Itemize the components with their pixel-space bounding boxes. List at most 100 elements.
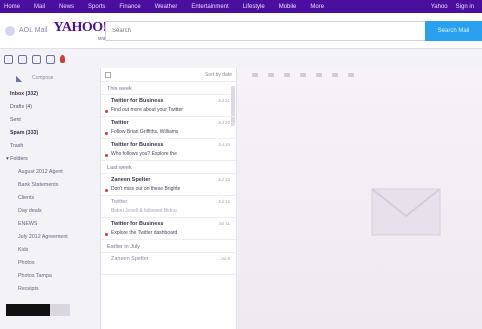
- view-toolbar: [0, 50, 100, 68]
- delete-icon[interactable]: [300, 73, 306, 77]
- nav-signin-link[interactable]: Sign in: [456, 4, 474, 10]
- subfolder[interactable]: ENEWS: [0, 218, 96, 231]
- move-icon[interactable]: [316, 73, 322, 77]
- more-icon[interactable]: [348, 73, 354, 77]
- brand-small[interactable]: AOL Mail: [19, 27, 48, 34]
- subject: Find out more about your Twitter: [111, 107, 183, 113]
- subject: Who follows you? Explore the: [111, 151, 177, 157]
- folders-heading[interactable]: ▾ Folders: [0, 153, 96, 166]
- sort-dropdown[interactable]: Sort by date: [205, 72, 232, 78]
- group-label: Earlier in July: [101, 240, 236, 253]
- header: AOL Mail YAHOO! MAIL Search Mail: [0, 13, 482, 49]
- reply-icon[interactable]: [252, 73, 258, 77]
- folder-sent[interactable]: Sent: [0, 114, 96, 127]
- search-mail-button[interactable]: Search Mail: [425, 21, 482, 41]
- folder-sidebar: Compose Inbox (332) Drafts (4) Sent Spam…: [0, 68, 96, 329]
- list-item[interactable]: Zaneen Spelter Jul 13 Don't miss out on t…: [101, 174, 236, 196]
- folder-inbox[interactable]: Inbox (332): [0, 88, 96, 101]
- time: Jul 12: [217, 199, 230, 204]
- folder-drafts[interactable]: Drafts (4): [0, 101, 96, 114]
- reading-toolbar: [238, 68, 482, 82]
- list-item[interactable]: Twitter for Business Jul 21 Find out more…: [101, 95, 236, 117]
- folder-trash[interactable]: Trash: [0, 140, 96, 153]
- nav-item-mail[interactable]: Mail: [34, 4, 45, 10]
- group-label: This week: [101, 82, 236, 95]
- top-nav-bar: Home Mail News Sports Finance Weather En…: [0, 0, 482, 13]
- list-item[interactable]: Twitter for Business Jul 19 Who follows y…: [101, 139, 236, 161]
- storage-bar-remaining: [50, 304, 70, 316]
- list-item[interactable]: Twitter Jul 12 Bidou Josell & followed Bi…: [101, 196, 236, 218]
- time: Jul 20: [217, 120, 230, 125]
- message-list: Sort by date This week Twitter for Busin…: [100, 68, 237, 329]
- list-item[interactable]: Twitter for Business Jul 11 Explore the T…: [101, 218, 236, 240]
- group-label: Last week: [101, 161, 236, 174]
- search-input[interactable]: [105, 21, 425, 41]
- sender: Twitter: [111, 199, 128, 205]
- logo-sub: MAIL: [97, 36, 107, 41]
- nav-item-lifestyle[interactable]: Lifestyle: [243, 4, 265, 10]
- logo-text: YAHOO!: [53, 20, 108, 35]
- time: Jul 21: [217, 98, 230, 103]
- sender: Twitter for Business: [111, 221, 164, 227]
- sender: Twitter for Business: [111, 142, 164, 148]
- envelope-icon: [371, 188, 441, 236]
- subfolder[interactable]: August 2012 Agent: [0, 166, 96, 179]
- yahoo-mail-logo[interactable]: YAHOO! MAIL: [53, 20, 108, 41]
- subject: Bidou Josell & followed Bidou: [111, 208, 177, 214]
- sender: Twitter for Business: [111, 98, 164, 104]
- nav-item-more[interactable]: More: [310, 4, 324, 10]
- subject: Don't miss out on these Brighte: [111, 186, 181, 192]
- nav-right: Yahoo Sign in: [431, 4, 482, 10]
- nav-item-home[interactable]: Home: [4, 4, 20, 10]
- compose-label: Compose: [32, 75, 54, 81]
- reply-all-icon[interactable]: [268, 73, 274, 77]
- folder-spam[interactable]: Spam (333): [0, 127, 96, 140]
- subfolder[interactable]: Bank Statements: [0, 179, 96, 192]
- compose-icon: [16, 74, 24, 82]
- nav-yahoo-link[interactable]: Yahoo: [431, 4, 448, 10]
- subfolder[interactable]: Photos Tampa: [0, 270, 96, 283]
- nav-item-finance[interactable]: Finance: [119, 4, 140, 10]
- unread-dot-icon: [105, 132, 108, 135]
- subfolder[interactable]: Day deals: [0, 205, 96, 218]
- settings-icon[interactable]: [32, 54, 41, 64]
- subfolder[interactable]: Clients: [0, 192, 96, 205]
- list-icon[interactable]: [18, 54, 27, 64]
- time: Jul 11: [218, 221, 230, 226]
- subfolder[interactable]: Kids: [0, 244, 96, 257]
- back-icon[interactable]: [5, 25, 15, 36]
- list-header: Sort by date: [101, 68, 236, 82]
- sender: Twitter: [111, 120, 129, 126]
- forward-icon[interactable]: [284, 73, 290, 77]
- list-item[interactable]: Twitter Jul 20 Follow Brian Griffiths, Wi…: [101, 117, 236, 139]
- storage-bar: [6, 304, 50, 316]
- compose-button[interactable]: Compose: [0, 68, 96, 88]
- grid-icon[interactable]: [4, 54, 13, 64]
- notification-icon[interactable]: [60, 55, 65, 63]
- unread-dot-icon: [105, 233, 108, 236]
- nav-item-mobile[interactable]: Mobile: [279, 4, 297, 10]
- folders-heading-label: Folders: [10, 156, 28, 162]
- unread-dot-icon: [105, 189, 108, 192]
- time: Jul 8: [220, 256, 230, 261]
- subject: Explore the Twitter dashboard: [111, 230, 178, 236]
- spam-icon[interactable]: [332, 73, 338, 77]
- subfolder[interactable]: Photos: [0, 257, 96, 270]
- sender: Zaneen Spelter: [111, 177, 151, 183]
- time: Jul 13: [217, 177, 230, 182]
- unread-dot-icon: [105, 154, 108, 157]
- nav-item-entertainment[interactable]: Entertainment: [191, 4, 228, 10]
- nav-item-sports[interactable]: Sports: [88, 4, 105, 10]
- subject: Follow Brian Griffiths, Williams: [111, 129, 179, 135]
- time: Jul 19: [217, 142, 230, 147]
- list-item[interactable]: Zaneen Spelter Jul 8: [101, 253, 236, 275]
- unread-dot-icon: [105, 110, 108, 113]
- nav-item-weather[interactable]: Weather: [155, 4, 178, 10]
- subfolder[interactable]: Receipts: [0, 283, 96, 296]
- subfolder[interactable]: July 2012 Agreement: [0, 231, 96, 244]
- nav-item-news[interactable]: News: [59, 4, 74, 10]
- apps-icon[interactable]: [46, 54, 55, 64]
- select-all-checkbox[interactable]: [105, 71, 111, 78]
- sender: Zaneen Spelter: [111, 256, 149, 262]
- reading-pane: [238, 68, 482, 329]
